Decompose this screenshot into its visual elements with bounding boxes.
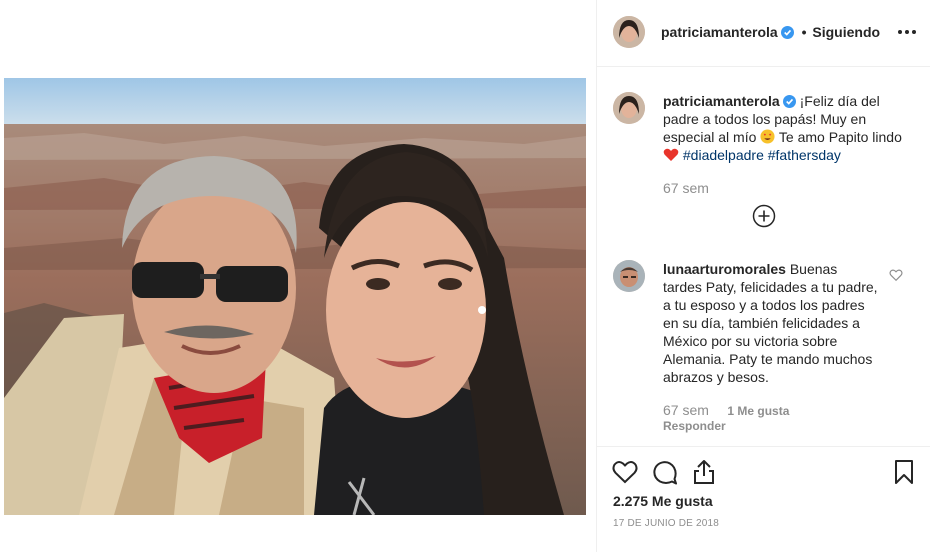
post-actions: 2.275 Me gusta 17 DE JUNIO DE 2018: [597, 446, 930, 553]
comment-username[interactable]: lunaarturomorales: [663, 261, 786, 277]
post-photo[interactable]: [4, 78, 586, 515]
caption-avatar-image: [613, 92, 645, 124]
caption-text-middle: Te amo Papito lindo: [775, 129, 902, 145]
author-avatar[interactable]: [613, 16, 645, 48]
verified-badge-icon: [780, 26, 794, 39]
post-media-area: [0, 0, 595, 552]
caption-username[interactable]: patriciamanterola: [663, 93, 780, 109]
save-bookmark-icon[interactable]: [893, 459, 915, 485]
comment-likes[interactable]: 1 Me gusta: [727, 404, 789, 418]
avatar-image: [613, 16, 645, 48]
more-options-icon[interactable]: [897, 24, 917, 40]
follow-separator: •: [801, 24, 807, 40]
comment-like-icon[interactable]: [889, 268, 903, 282]
likes-count[interactable]: 2.275 Me gusta: [613, 493, 713, 509]
caption-author-avatar[interactable]: [613, 92, 645, 124]
photo-illustration: [4, 78, 586, 515]
reply-button[interactable]: Responder: [663, 419, 726, 433]
post-date[interactable]: 17 DE JUNIO DE 2018: [613, 518, 719, 529]
post-details-panel: patriciamanterola • Siguiendo patriciama…: [596, 0, 930, 552]
heart-emoji-icon: [663, 148, 679, 161]
follow-status-button[interactable]: Siguiendo: [812, 24, 880, 40]
verified-badge-icon: [782, 95, 796, 108]
hashtag-link[interactable]: #diadelpadre: [683, 147, 764, 163]
commenter-avatar[interactable]: [613, 260, 645, 292]
comment-block: lunaarturomorales Buenas tardes Paty, fe…: [663, 260, 878, 386]
comment-time[interactable]: 67 sem: [663, 402, 709, 418]
header-username[interactable]: patriciamanterola: [661, 24, 778, 40]
caption-time[interactable]: 67 sem: [663, 180, 709, 196]
star-struck-emoji-icon: [760, 129, 775, 144]
commenter-avatar-image: [613, 260, 645, 292]
comment-bubble-icon[interactable]: [652, 460, 678, 486]
comment-meta: 67 sem 1 Me gusta: [663, 402, 789, 420]
share-icon[interactable]: [693, 459, 715, 485]
caption-block: patriciamanterola ¡Feliz día del padre a…: [663, 92, 913, 164]
load-more-comments-icon[interactable]: [752, 204, 776, 228]
post-header: patriciamanterola • Siguiendo: [597, 0, 930, 67]
comment-text: Buenas tardes Paty, felicidades a tu pad…: [663, 261, 878, 385]
header-line: patriciamanterola • Siguiendo: [661, 24, 880, 40]
hashtag-link[interactable]: #fathersday: [768, 147, 841, 163]
like-heart-icon[interactable]: [612, 460, 638, 484]
